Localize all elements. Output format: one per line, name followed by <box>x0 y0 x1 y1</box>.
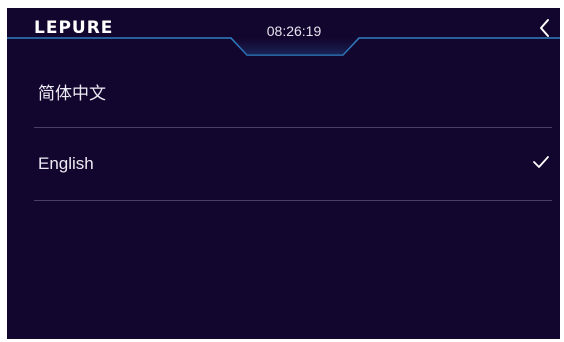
language-label: 简体中文 <box>38 84 106 104</box>
brand-logo: LEPURE <box>34 18 114 38</box>
back-button[interactable] <box>533 16 557 42</box>
clock-time: 08:26:19 <box>266 23 322 39</box>
checkmark-icon <box>533 156 549 168</box>
top-bar: LEPURE 08:26:19 <box>7 8 560 56</box>
language-label: English <box>38 154 94 173</box>
language-option-english[interactable]: English <box>34 128 552 200</box>
chevron-left-icon <box>540 19 549 37</box>
language-option-chinese[interactable]: 简体中文 <box>34 58 552 126</box>
language-settings-screen: LEPURE 08:26:19 简体中文 English <box>7 8 560 339</box>
divider <box>34 200 552 201</box>
